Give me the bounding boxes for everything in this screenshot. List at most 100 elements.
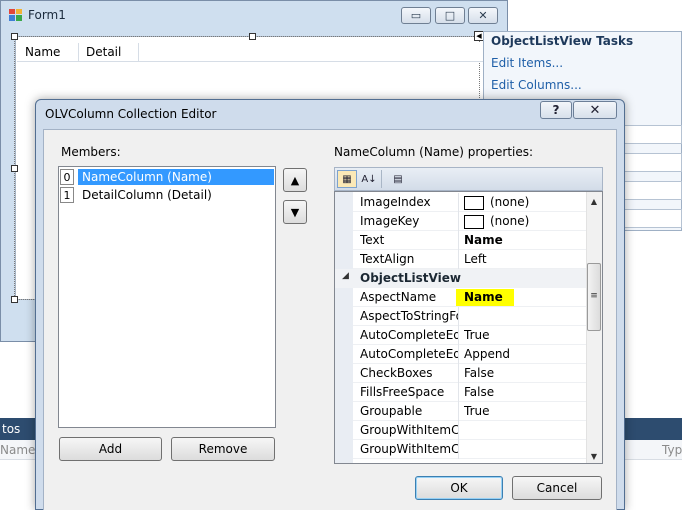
property-value-text: (none) [490,195,530,209]
alphabetical-icon[interactable]: A↓ [359,170,379,188]
task-field[interactable] [620,153,682,172]
property-divider [458,212,459,231]
move-up-button[interactable]: ▲ [283,168,307,192]
member-label: DetailColumn (Detail) [82,188,212,202]
form1-title: Form1 [28,8,66,22]
member-item[interactable]: 0 NameColumn (Name) [60,168,274,186]
property-name: ImageIndex [360,195,431,209]
help-button[interactable]: ? [540,101,572,119]
scroll-grip-icon: ≡ [590,291,598,301]
categorized-glyph: ▦ [342,173,352,185]
property-name: AutoCompleteEdit [360,347,458,361]
category-label: ObjectListView [360,271,461,285]
property-value[interactable]: Name [464,233,584,249]
property-divider [458,193,459,212]
property-value[interactable]: True [464,328,584,344]
listview-column-detail[interactable]: Detail [78,43,139,61]
alphabetical-glyph: A↓ [361,173,377,185]
arrow-up-icon: ▲ [290,173,300,187]
property-divider [458,326,459,345]
help-icon: ? [552,103,560,117]
minimize-button[interactable]: ▭ [401,7,431,24]
property-name: GroupWithItemCou [360,423,458,437]
dialog-title: OLVColumn Collection Editor [45,107,217,121]
property-name: TextAlign [360,252,415,266]
color-swatch [464,214,484,229]
form-icon [9,9,22,21]
cancel-button[interactable]: Cancel [512,476,602,500]
property-divider [458,364,459,383]
scroll-down-icon[interactable]: ▼ [588,452,600,461]
resize-handle[interactable] [11,165,18,172]
resize-handle[interactable] [11,296,18,303]
toolbar-divider [381,170,382,188]
property-name: AspectToStringFor [360,309,458,323]
property-value[interactable] [464,442,584,458]
name-column-header: Name [0,443,36,457]
property-value[interactable]: Name [464,290,584,306]
property-name: CheckBoxes [360,366,433,380]
property-value[interactable]: True [464,404,584,420]
property-divider [458,402,459,421]
categorized-icon[interactable]: ▦ [337,170,357,188]
property-value[interactable]: Append [464,347,584,363]
members-label: Members: [61,145,121,159]
maximize-button[interactable]: □ [435,7,465,24]
property-name: AspectName [360,290,437,304]
minimize-icon: ▭ [410,9,422,22]
task-field[interactable] [620,209,682,228]
property-divider [458,307,459,326]
member-index: 0 [60,169,74,185]
color-swatch [464,195,484,210]
property-pages-icon[interactable]: ▤ [388,170,408,188]
properties-label: NameColumn (Name) properties: [334,145,534,159]
property-divider [458,421,459,440]
property-divider [458,345,459,364]
property-value[interactable]: False [464,385,584,401]
property-name: AutoCompleteEdit [360,328,458,342]
edit-items-link[interactable]: Edit Items... [491,56,563,70]
scroll-up-icon[interactable]: ▲ [588,197,600,206]
member-item[interactable]: 1 DetailColumn (Detail) [60,186,274,204]
property-value[interactable]: (none) [464,195,584,211]
property-name: ImageKey [360,214,420,228]
property-pages-glyph: ▤ [393,173,403,185]
property-name: GroupWithItemCou [360,442,458,456]
property-value[interactable]: (none) [464,214,584,230]
property-divider [458,440,459,459]
tasks-title: ObjectListView Tasks [491,34,634,48]
listview-column-name[interactable]: Name [17,43,79,61]
property-value[interactable]: Left [464,252,584,268]
ok-button[interactable]: OK [415,476,503,500]
task-field[interactable] [620,125,682,144]
property-name: FillsFreeSpace [360,385,445,399]
property-value[interactable] [464,423,584,439]
property-value[interactable]: False [464,366,584,382]
property-divider [458,231,459,250]
collapse-arrow-icon[interactable]: ◢ [342,271,349,281]
close-icon: ✕ [478,9,488,22]
move-down-button[interactable]: ▼ [283,200,307,224]
edit-columns-link[interactable]: Edit Columns... [491,78,582,92]
property-divider [458,383,459,402]
task-field[interactable] [620,181,682,200]
property-value[interactable] [464,309,584,325]
property-name: Groupable [360,404,423,418]
resize-handle[interactable] [249,33,256,40]
members-list[interactable] [58,166,276,428]
resize-handle[interactable] [11,33,18,40]
close-button[interactable]: ✕ [468,7,498,24]
dialog-close-button[interactable]: ✕ [573,101,617,119]
add-button[interactable]: Add [59,437,162,461]
arrow-down-icon: ▼ [290,205,300,219]
remove-button[interactable]: Remove [171,437,275,461]
properties-strip-label: tos [2,422,21,436]
member-index: 1 [60,187,74,203]
property-divider [458,250,459,269]
property-value-text: (none) [490,214,530,228]
property-name: Text [360,233,385,247]
property-grid-gutter [335,192,353,463]
close-icon: ✕ [589,102,601,118]
type-column-header: Typ [662,443,682,457]
maximize-icon: □ [444,9,456,22]
